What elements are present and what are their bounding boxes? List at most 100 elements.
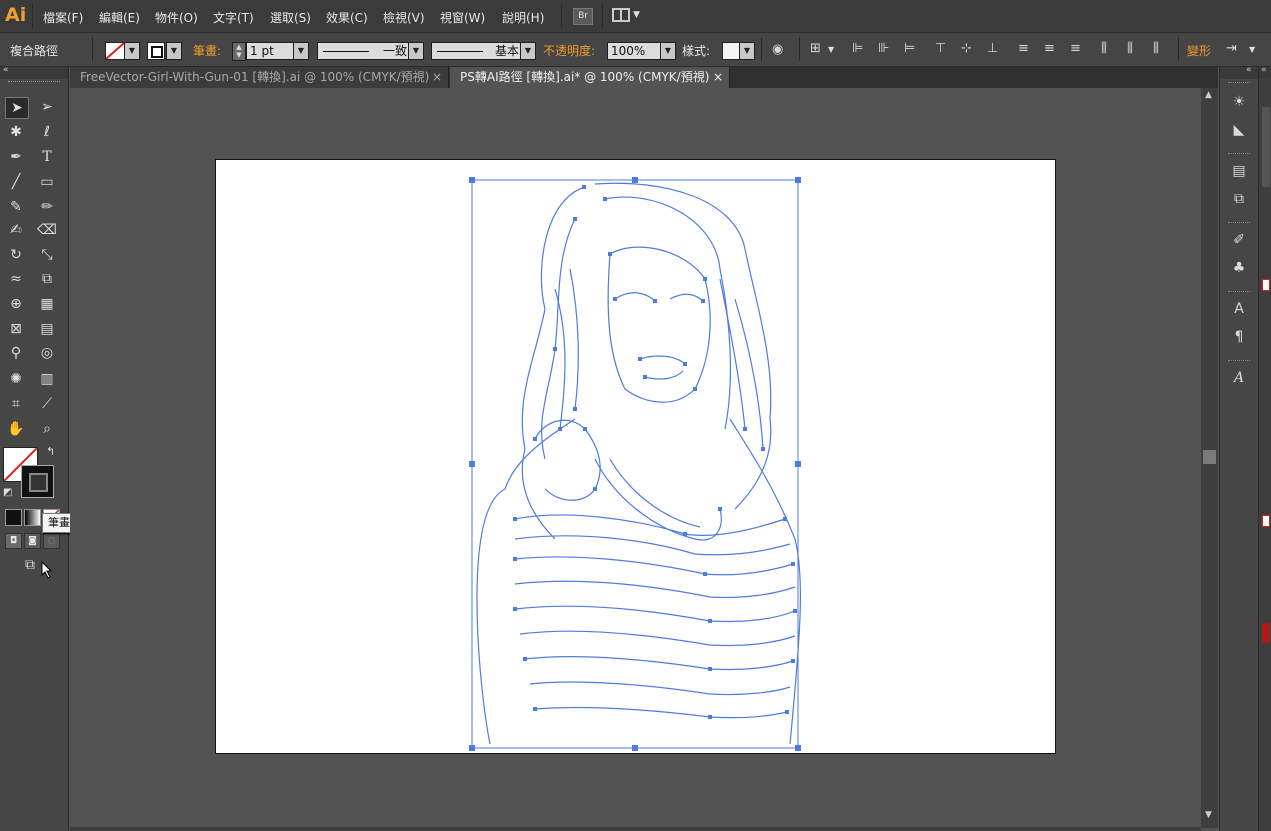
brush-definition-select[interactable]: 基本 <box>431 42 523 60</box>
pathfinder-panel-icon[interactable]: ⧉ <box>1227 188 1251 210</box>
width-profile-dropdown[interactable]: ▼ <box>408 42 424 60</box>
swatch-preview[interactable] <box>1262 515 1270 527</box>
collapsed-panel[interactable] <box>1262 107 1270 187</box>
gradient-mode-icon[interactable] <box>24 509 41 526</box>
pencil-tool-icon[interactable]: ✏ <box>36 197 58 217</box>
menu-select[interactable]: 選取(S) <box>270 9 311 26</box>
horizontal-scrollbar[interactable] <box>70 827 1201 831</box>
menu-window[interactable]: 視窗(W) <box>440 9 485 26</box>
panel-menu-icon[interactable]: ▼ <box>1249 45 1255 54</box>
align-right-icon[interactable]: ⊨ <box>904 41 915 56</box>
document-tab-active[interactable]: PS轉AI路徑 [轉換].ai* @ 100% (CMYK/預視) × <box>450 67 730 88</box>
glyphs-panel-icon[interactable]: A <box>1227 367 1251 389</box>
draw-inside-icon[interactable]: ◌ <box>43 533 60 549</box>
free-transform-tool-icon[interactable]: ⧉ <box>36 269 58 289</box>
document-tab[interactable]: FreeVector-Girl-With-Gun-01 [轉換].ai @ 10… <box>70 67 449 88</box>
close-icon[interactable]: × <box>713 67 723 88</box>
align-bottom-icon[interactable]: ⊥ <box>987 41 998 56</box>
paintbrush-tool-icon[interactable]: ✎ <box>5 197 27 217</box>
pen-tool-icon[interactable]: ✒ <box>5 147 27 167</box>
align-vertical-center-icon[interactable]: ⊹ <box>961 41 972 56</box>
direct-selection-tool-icon[interactable]: ➢ <box>36 97 58 117</box>
swatch-preview[interactable] <box>1262 279 1270 291</box>
appearance-panel-icon[interactable]: ☀ <box>1227 91 1251 113</box>
zoom-tool-icon[interactable]: ⌕ <box>36 419 58 439</box>
distribute-horizontal-center-icon[interactable]: ⫼ <box>1127 41 1133 56</box>
type-tool-icon[interactable]: T <box>36 147 58 167</box>
distribute-right-icon[interactable]: ⫼ <box>1153 41 1159 56</box>
symbol-sprayer-tool-icon[interactable]: ✺ <box>5 369 27 389</box>
expand-icon[interactable]: « <box>1246 65 1252 75</box>
vertical-scrollbar[interactable]: ▲ ▼ <box>1201 88 1218 828</box>
brushes-panel-icon[interactable]: ✐ <box>1227 229 1251 251</box>
distribute-left-icon[interactable]: ⫼ <box>1101 41 1107 56</box>
reference-point-icon[interactable]: ⊞ <box>810 41 821 56</box>
rotate-tool-icon[interactable]: ↻ <box>5 245 27 265</box>
opacity-label[interactable]: 不透明度: <box>543 42 595 59</box>
draw-normal-icon[interactable]: ◘ <box>5 533 22 549</box>
artboard-tool-icon[interactable]: ⌗ <box>5 394 27 414</box>
fill-dropdown[interactable]: ▼ <box>124 42 140 60</box>
menu-help[interactable]: 說明(H) <box>502 9 544 26</box>
artboard[interactable] <box>215 159 1056 754</box>
stroke-swatch[interactable] <box>147 42 165 60</box>
blend-tool-icon[interactable]: ◎ <box>36 343 58 363</box>
scale-tool-icon[interactable]: ⤡ <box>36 245 58 265</box>
gradient-tool-icon[interactable]: ▤ <box>36 319 58 339</box>
stroke-weight-dropdown[interactable]: ▼ <box>293 42 309 60</box>
magic-wand-tool-icon[interactable]: ✱ <box>5 122 27 142</box>
color-mode-icon[interactable] <box>5 509 22 526</box>
stroke-weight-stepper[interactable]: ▲ ▼ <box>232 42 246 61</box>
eyedropper-tool-icon[interactable]: ⚲ <box>5 343 27 363</box>
default-fill-stroke-icon[interactable]: ◩ <box>3 487 12 498</box>
rectangle-tool-icon[interactable]: ▭ <box>36 172 58 192</box>
distribute-vertical-center-icon[interactable]: ≡ <box>1044 41 1055 56</box>
stroke-dropdown[interactable]: ▼ <box>166 42 182 60</box>
arrange-documents-icon[interactable] <box>612 8 630 22</box>
isolate-icon[interactable]: ⇥ <box>1226 41 1237 56</box>
graphic-style-swatch[interactable] <box>722 42 740 60</box>
brush-dropdown[interactable]: ▼ <box>520 42 536 60</box>
distribute-bottom-icon[interactable]: ≡ <box>1070 41 1081 56</box>
align-top-icon[interactable]: ⊤ <box>935 41 946 56</box>
scroll-thumb[interactable] <box>1203 450 1216 464</box>
column-graph-tool-icon[interactable]: ▥ <box>36 369 58 389</box>
align-panel-icon[interactable]: ▤ <box>1227 160 1251 182</box>
gradient-preview[interactable] <box>1262 623 1270 643</box>
menu-file[interactable]: 檔案(F) <box>43 9 83 26</box>
scroll-up-icon[interactable]: ▲ <box>1205 90 1212 100</box>
chevron-down-icon[interactable]: ▼ <box>633 10 640 20</box>
slice-tool-icon[interactable]: ⟋ <box>36 394 58 414</box>
width-tool-icon[interactable]: ≈ <box>5 269 27 289</box>
swap-fill-stroke-icon[interactable]: ↰ <box>46 445 55 458</box>
chevron-down-icon[interactable]: ▼ <box>828 45 834 54</box>
mesh-tool-icon[interactable]: ⊠ <box>5 319 27 339</box>
screen-mode-icon[interactable]: ⧉ <box>19 557 41 574</box>
opacity-input[interactable]: 100% <box>607 42 662 60</box>
symbols-panel-icon[interactable]: ♣ <box>1227 257 1251 279</box>
menu-edit[interactable]: 編輯(E) <box>99 9 140 26</box>
shape-builder-tool-icon[interactable]: ⊕ <box>5 294 27 314</box>
distribute-top-icon[interactable]: ≡ <box>1018 41 1029 56</box>
draw-behind-icon[interactable]: ◙ <box>24 533 41 549</box>
opacity-dropdown[interactable]: ▼ <box>660 42 676 60</box>
width-profile-select[interactable]: 一致 <box>317 42 411 60</box>
stroke-color-box[interactable] <box>21 465 54 498</box>
paragraph-styles-panel-icon[interactable]: ¶ <box>1227 326 1251 348</box>
stroke-weight-input[interactable]: 1 pt <box>246 42 296 60</box>
menu-type[interactable]: 文字(T) <box>213 9 254 26</box>
perspective-grid-tool-icon[interactable]: ▦ <box>36 294 58 314</box>
align-horizontal-center-icon[interactable]: ⊪ <box>878 41 889 56</box>
lasso-tool-icon[interactable]: ℓ <box>36 122 58 142</box>
bridge-button[interactable]: Br <box>573 8 593 25</box>
recolor-artwork-icon[interactable]: ◉ <box>772 42 783 57</box>
menu-view[interactable]: 檢視(V) <box>383 9 425 26</box>
menu-effect[interactable]: 效果(C) <box>326 9 368 26</box>
eraser-tool-icon[interactable]: ⌫ <box>36 220 58 240</box>
transform-label[interactable]: 變形 <box>1187 42 1211 59</box>
blob-brush-tool-icon[interactable]: ✍ <box>5 220 27 240</box>
stroke-label[interactable]: 筆畫: <box>193 42 221 59</box>
selection-tool-icon[interactable]: ➤ <box>5 97 29 119</box>
close-icon[interactable]: × <box>432 67 442 88</box>
expand-icon[interactable]: « <box>1261 65 1267 75</box>
